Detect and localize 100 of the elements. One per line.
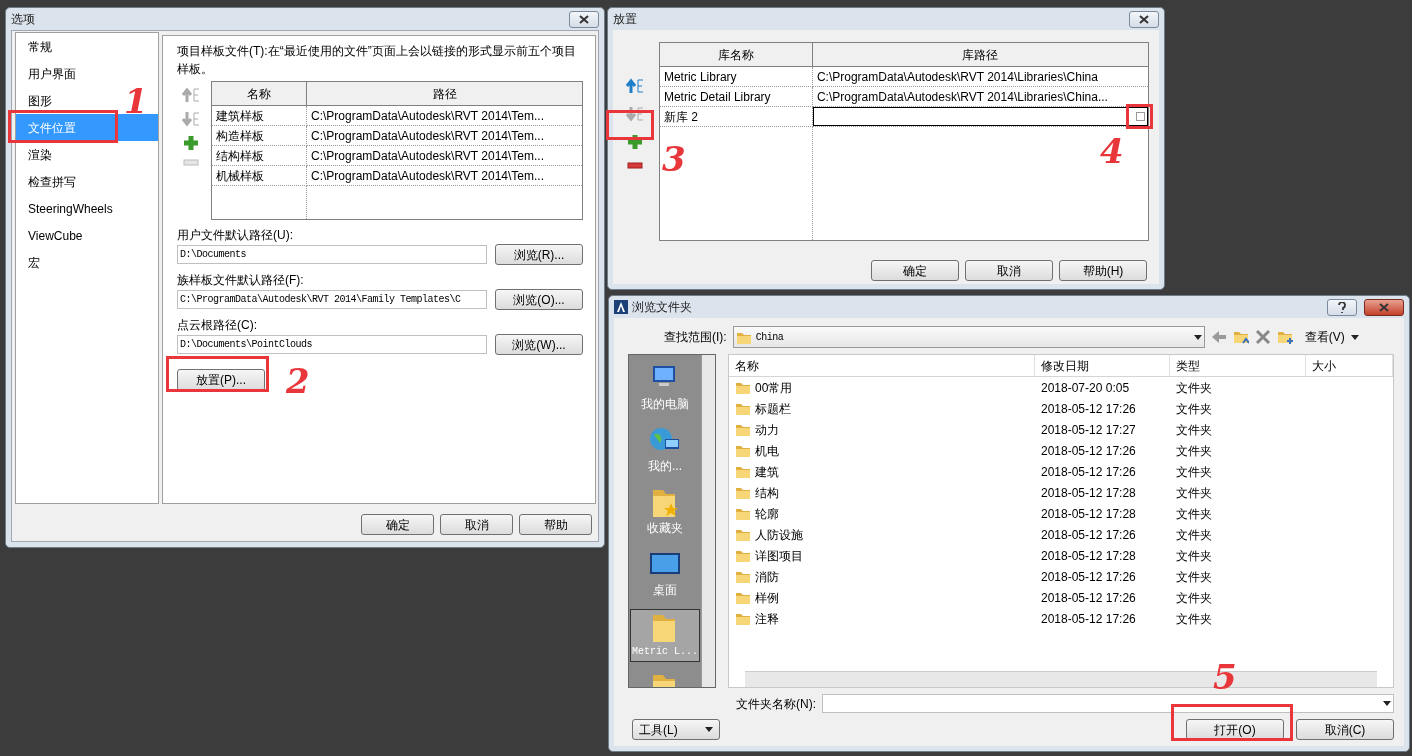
help-button[interactable]: [1327, 298, 1357, 316]
question-icon: [1338, 301, 1346, 313]
column-header[interactable]: 类型: [1170, 355, 1306, 376]
path-field[interactable]: D:\Documents\PointClouds: [177, 335, 487, 354]
browse-button[interactable]: 浏览(R)...: [495, 244, 583, 265]
column-header: 路径: [306, 81, 583, 106]
file-item[interactable]: 注释: [729, 608, 1035, 629]
column-header[interactable]: 大小: [1306, 355, 1393, 376]
column-header[interactable]: 修改日期: [1035, 355, 1170, 376]
nav-item[interactable]: 渲染: [16, 141, 124, 168]
highlight-box: [606, 110, 654, 140]
window-title: 选项: [11, 11, 35, 28]
table-cell-text: 文件夹: [1175, 379, 1213, 397]
close-button[interactable]: [569, 10, 599, 28]
table-cell-text: 文件夹: [1175, 547, 1213, 565]
dialog-button[interactable]: 确定: [871, 260, 959, 281]
nav-item[interactable]: SteeringWheels: [16, 195, 124, 222]
look-in-dropdown[interactable]: China: [732, 326, 1205, 348]
file-item[interactable]: 动力: [729, 419, 1035, 440]
places-button[interactable]: 放置(P)...: [177, 369, 265, 391]
file-item[interactable]: 消防: [729, 566, 1035, 587]
folder-name-field[interactable]: [822, 694, 1394, 713]
file-item[interactable]: 结构: [729, 482, 1035, 503]
browse-button[interactable]: 浏览(W)...: [495, 334, 583, 355]
move-up-icon[interactable]: [625, 78, 644, 94]
folder-icon: [735, 464, 751, 479]
table-cell-text: 文件夹: [1175, 526, 1213, 544]
open-button[interactable]: 打开(O): [1186, 719, 1284, 740]
file-item[interactable]: 样例: [729, 587, 1035, 608]
close-icon: [1139, 14, 1149, 24]
table-cell-text: 文件夹: [1175, 442, 1213, 460]
annotation-number: 5: [1213, 660, 1237, 694]
table-cell-text: 文件夹: [1175, 463, 1213, 481]
nav-item[interactable]: 用户界面: [16, 60, 124, 87]
annotation-number: 3: [662, 142, 686, 176]
file-item[interactable]: 建筑: [729, 461, 1035, 482]
table-cell: 新库 2: [659, 106, 813, 127]
file-item[interactable]: 详图项目: [729, 545, 1035, 566]
dialog-button[interactable]: 帮助(H): [1059, 260, 1147, 281]
up-folder-icon[interactable]: [1232, 329, 1249, 345]
nav-item[interactable]: 图形: [16, 87, 124, 114]
folder-icon: [735, 380, 751, 395]
column-header: 库名称: [659, 42, 813, 67]
folder-icon: [735, 506, 751, 521]
path-field[interactable]: D:\Documents: [177, 245, 487, 264]
close-icon: [579, 14, 589, 24]
close-button[interactable]: [1364, 298, 1404, 316]
field-label: 族样板文件默认路径(F):: [177, 272, 305, 289]
folder-icon: [735, 443, 751, 458]
view-menu[interactable]: 查看(V): [1304, 328, 1345, 346]
column-header: 库路径: [812, 42, 1149, 67]
browse-handle[interactable]: [1136, 112, 1145, 121]
dialog-button[interactable]: 帮助: [519, 514, 592, 535]
annotation-number: 2: [286, 364, 310, 398]
table-cell-text: 2018-05-12 17:26: [1040, 442, 1137, 460]
table-cell-text: 文件夹: [1175, 568, 1213, 586]
table-cell-text: 2018-05-12 17:28: [1040, 484, 1137, 502]
dropdown-icon: [1193, 334, 1202, 340]
add-icon[interactable]: [626, 134, 643, 150]
window-title: 放置: [613, 11, 637, 28]
file-item[interactable]: 标题栏: [729, 398, 1035, 419]
back-icon[interactable]: [1210, 329, 1227, 345]
folder-icon: [735, 611, 751, 626]
table-cell: 构造样板: [211, 125, 307, 146]
dialog-button[interactable]: 取消: [440, 514, 513, 535]
column-header[interactable]: 名称: [729, 355, 1035, 376]
browse-button[interactable]: 浏览(O)...: [495, 289, 583, 310]
path-field[interactable]: [812, 107, 1148, 126]
cancel-button[interactable]: 取消(C): [1296, 719, 1394, 740]
dialog-button[interactable]: 确定: [361, 514, 434, 535]
scrollbar[interactable]: [701, 355, 715, 687]
delete-icon[interactable]: [1254, 329, 1271, 345]
add-icon[interactable]: [183, 135, 199, 151]
dropdown-icon[interactable]: [1350, 334, 1359, 340]
table-cell-text: 文件夹: [1175, 610, 1213, 628]
table-cell-text: 文件夹: [1175, 505, 1213, 523]
new-folder-icon[interactable]: [1276, 329, 1293, 345]
close-button[interactable]: [1129, 10, 1159, 28]
nav-item[interactable]: 常规: [16, 33, 124, 60]
remove-icon[interactable]: [626, 162, 643, 170]
table-cell-text: 2018-05-12 17:28: [1040, 547, 1137, 565]
table-cell-text: 文件夹: [1175, 589, 1213, 607]
nav-item[interactable]: ViewCube: [16, 222, 124, 249]
app-icon: [614, 300, 628, 314]
table-cell-text: 2018-05-12 17:26: [1040, 526, 1137, 544]
nav-item[interactable]: 检查拼写: [16, 168, 124, 195]
tools-button[interactable]: 工具(L): [632, 719, 720, 740]
folder-icon: [735, 401, 751, 416]
table-cell: 建筑样板: [211, 105, 307, 126]
path-field[interactable]: C:\ProgramData\Autodesk\RVT 2014\Family Templates\C: [177, 290, 487, 309]
file-item[interactable]: 人防设施: [729, 524, 1035, 545]
folder-icon: [735, 590, 751, 605]
dropdown-icon: [1383, 701, 1391, 706]
file-item[interactable]: 机电: [729, 440, 1035, 461]
file-item[interactable]: 00常用: [729, 377, 1035, 398]
table-cell-text: 文件夹: [1175, 421, 1213, 439]
dialog-button[interactable]: 取消: [965, 260, 1053, 281]
file-item[interactable]: 轮廓: [729, 503, 1035, 524]
window-title: 浏览文件夹: [632, 299, 692, 316]
nav-item[interactable]: 宏: [16, 249, 124, 276]
